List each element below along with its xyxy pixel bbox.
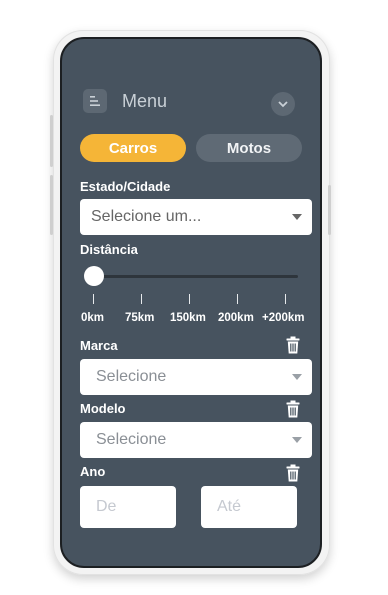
- tab-carros[interactable]: Carros: [80, 134, 186, 162]
- marca-label: Marca: [80, 338, 118, 353]
- ano-ate-input[interactable]: Até: [201, 486, 297, 528]
- tick-label-75km: 75km: [125, 312, 155, 324]
- menu-icon[interactable]: [83, 89, 107, 113]
- slider-tick: [285, 294, 286, 304]
- distancia-label: Distância: [80, 242, 138, 257]
- trash-icon[interactable]: [286, 400, 300, 418]
- chevron-down-icon[interactable]: [271, 92, 295, 116]
- modelo-placeholder: Selecione: [96, 431, 167, 448]
- trash-icon[interactable]: [286, 464, 300, 482]
- marca-select[interactable]: Selecione: [80, 359, 312, 395]
- phone-side-button-left-1: [50, 115, 53, 167]
- caret-down-icon: [292, 437, 302, 443]
- caret-down-icon: [292, 374, 302, 380]
- distance-slider-thumb[interactable]: [84, 266, 104, 286]
- modelo-label: Modelo: [80, 401, 126, 416]
- ano-de-placeholder: De: [96, 498, 117, 515]
- estado-cidade-label: Estado/Cidade: [80, 179, 171, 194]
- ano-label: Ano: [80, 464, 106, 479]
- app-screen: Menu Carros Motos Estado/Cidade Selecion…: [60, 37, 322, 568]
- trash-icon[interactable]: [286, 336, 300, 354]
- slider-tick: [93, 294, 94, 304]
- slider-tick: [237, 294, 238, 304]
- ano-ate-placeholder: Até: [217, 498, 242, 515]
- tab-motos[interactable]: Motos: [196, 134, 302, 162]
- modelo-select[interactable]: Selecione: [80, 422, 312, 458]
- estado-cidade-placeholder: Selecione um...: [91, 208, 202, 225]
- phone-side-button-right: [328, 185, 331, 235]
- tick-label-plus200km: +200km: [262, 312, 305, 324]
- tick-label-150km: 150km: [170, 312, 206, 324]
- ano-de-input[interactable]: De: [80, 486, 176, 528]
- phone-side-button-left-2: [50, 175, 53, 235]
- tick-label-0km: 0km: [81, 312, 105, 324]
- distance-slider-track[interactable]: [84, 275, 298, 278]
- menu-title: Menu: [122, 91, 168, 111]
- caret-down-icon: [292, 214, 302, 220]
- slider-tick: [189, 294, 190, 304]
- estado-cidade-select[interactable]: Selecione um...: [80, 199, 312, 235]
- slider-tick: [141, 294, 142, 304]
- tick-label-200km: 200km: [218, 312, 254, 324]
- marca-placeholder: Selecione: [96, 368, 167, 385]
